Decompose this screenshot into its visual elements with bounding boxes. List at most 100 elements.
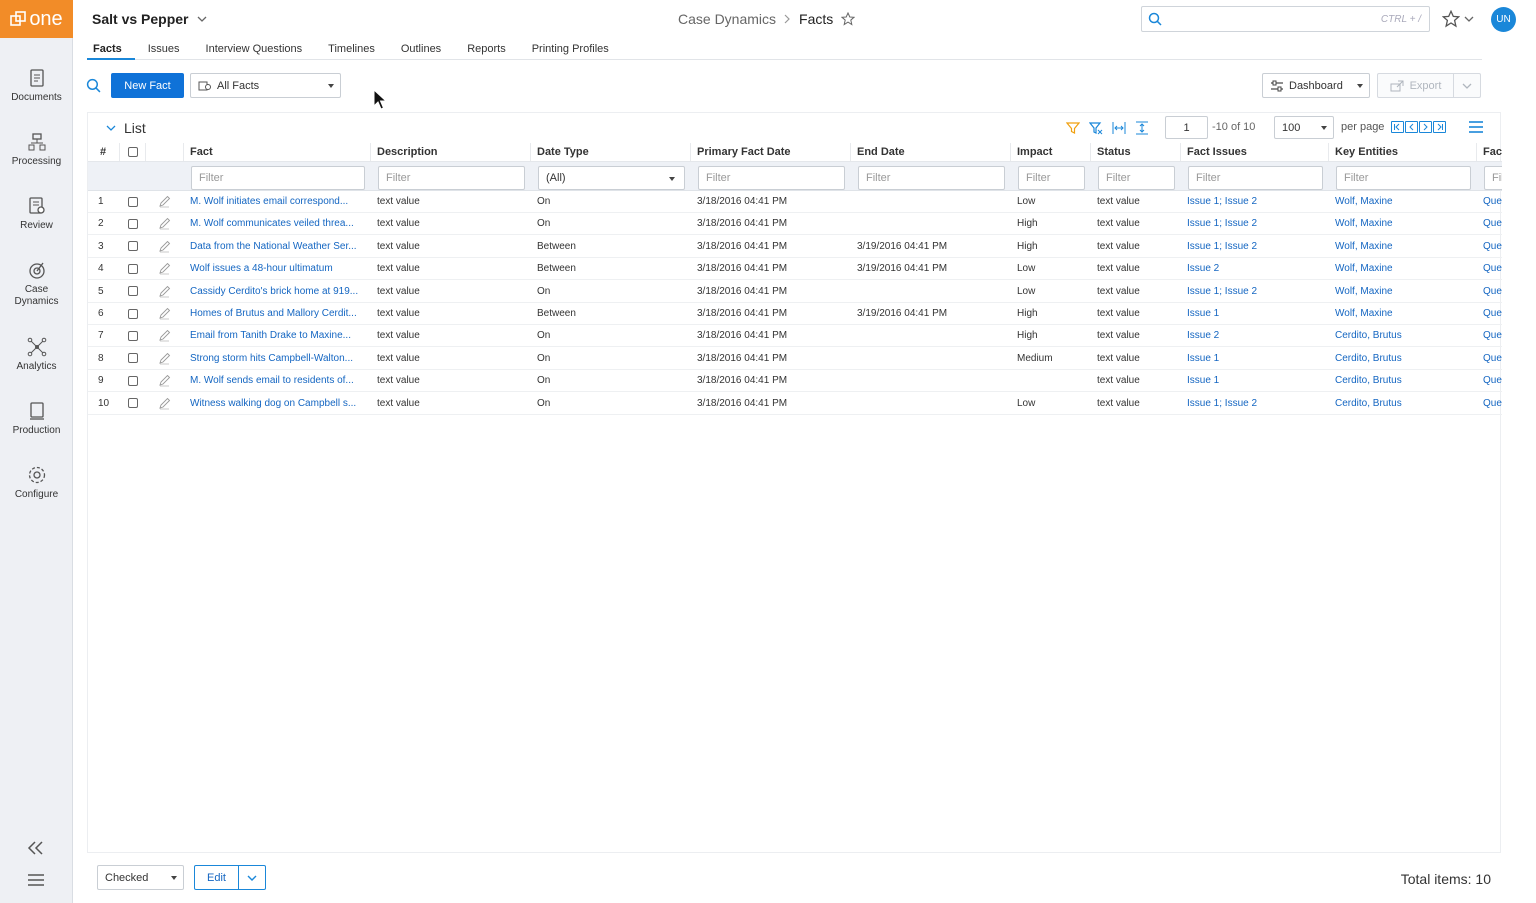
row-checkbox[interactable] (128, 263, 138, 274)
tab-facts[interactable]: Facts (87, 40, 135, 60)
fact-link[interactable]: Homes of Brutus and Mallory Cerdit... (184, 303, 364, 324)
user-avatar[interactable]: UN (1491, 7, 1516, 32)
truncated-column-link[interactable]: Que (1477, 348, 1502, 369)
fact-link[interactable]: Strong storm hits Campbell-Walton... (184, 348, 364, 369)
fact-filter-input[interactable]: Filter (191, 166, 365, 190)
truncated-column-link[interactable]: Que (1477, 370, 1502, 391)
page-number-input[interactable]: 1 (1165, 116, 1208, 139)
column-header-impact[interactable]: Impact (1011, 143, 1091, 161)
pencil-icon[interactable] (158, 374, 171, 387)
bulk-edit-dropdown-button[interactable] (239, 865, 266, 890)
fact-issues-link[interactable]: Issue 2 (1181, 325, 1329, 346)
truncated-filter-input[interactable]: Filter (1484, 166, 1502, 190)
table-row[interactable]: 7 Email from Tanith Drake to Maxine... t… (88, 325, 1502, 348)
impact-filter-input[interactable]: Filter (1018, 166, 1085, 190)
status-filter-input[interactable]: Filter (1098, 166, 1175, 190)
pencil-icon[interactable] (158, 262, 171, 275)
key-entities-link[interactable]: Wolf, Maxine (1329, 303, 1477, 324)
fact-issues-link[interactable]: Issue 1; Issue 2 (1181, 281, 1329, 302)
table-row[interactable]: 1 M. Wolf initiates email correspond... … (88, 191, 1502, 213)
sidebar-item-production[interactable]: Production (0, 401, 73, 457)
column-header-end-date[interactable]: End Date (851, 143, 1011, 161)
tab-interview-questions[interactable]: Interview Questions (193, 40, 316, 60)
table-row[interactable]: 8 Strong storm hits Campbell-Walton... t… (88, 348, 1502, 370)
table-row[interactable]: 2 M. Wolf communicates veiled threa... t… (88, 213, 1502, 236)
toolbar-search-button[interactable] (86, 78, 101, 96)
key-entities-link[interactable]: Wolf, Maxine (1329, 213, 1477, 234)
tab-timelines[interactable]: Timelines (315, 40, 388, 60)
column-header-key-entities[interactable]: Key Entities (1329, 143, 1477, 161)
global-search-input[interactable]: CTRL + / (1141, 6, 1430, 32)
column-header-description[interactable]: Description (371, 143, 531, 161)
key-entities-link[interactable]: Cerdito, Brutus (1329, 348, 1477, 369)
description-filter-input[interactable]: Filter (378, 166, 525, 190)
pencil-icon[interactable] (158, 240, 171, 253)
column-header-truncated[interactable]: Fac (1477, 143, 1502, 161)
table-row[interactable]: 10 Witness walking dog on Campbell s... … (88, 393, 1502, 415)
pencil-icon[interactable] (158, 195, 171, 208)
fact-issues-link[interactable]: Issue 1 (1181, 303, 1329, 324)
key-entities-link[interactable]: Wolf, Maxine (1329, 281, 1477, 302)
per-page-select[interactable]: 100 (1274, 116, 1334, 139)
pencil-icon[interactable] (158, 307, 171, 320)
sidebar-item-case-dynamics[interactable]: Case Dynamics (0, 260, 73, 316)
sidebar-item-analytics[interactable]: Analytics (0, 337, 73, 393)
truncated-column-link[interactable]: Que (1477, 258, 1502, 279)
pencil-icon[interactable] (158, 352, 171, 365)
sidebar-item-processing[interactable]: Processing (0, 132, 73, 188)
first-page-button[interactable] (1391, 121, 1404, 133)
bulk-edit-button[interactable]: Edit (194, 865, 239, 890)
app-logo[interactable]: one (0, 0, 73, 38)
truncated-column-link[interactable]: Que (1477, 325, 1502, 346)
dashboard-button[interactable]: Dashboard (1262, 73, 1370, 98)
new-fact-button[interactable]: New Fact (111, 73, 184, 98)
case-selector[interactable]: Salt vs Pepper (92, 11, 207, 27)
truncated-column-link[interactable]: Que (1477, 236, 1502, 257)
favorite-star-icon[interactable] (841, 12, 856, 26)
fact-issues-link[interactable]: Issue 1 (1181, 370, 1329, 391)
pencil-icon[interactable] (158, 329, 171, 342)
row-checkbox[interactable] (128, 308, 138, 319)
sidebar-item-documents[interactable]: Documents (0, 68, 73, 124)
table-row[interactable]: 9 M. Wolf sends email to residents of...… (88, 370, 1502, 393)
main-menu-button[interactable] (26, 870, 46, 890)
collapse-sidebar-button[interactable] (26, 838, 46, 858)
view-selector[interactable]: All Facts (190, 73, 341, 98)
pencil-icon[interactable] (158, 217, 171, 230)
column-header-status[interactable]: Status (1091, 143, 1181, 161)
fact-link[interactable]: Email from Tanith Drake to Maxine... (184, 325, 364, 346)
column-header-fact-issues[interactable]: Fact Issues (1181, 143, 1329, 161)
row-checkbox[interactable] (128, 330, 138, 341)
prev-page-button[interactable] (1405, 121, 1418, 133)
table-row[interactable]: 4 Wolf issues a 48-hour ultimatum text v… (88, 258, 1502, 281)
fact-link[interactable]: M. Wolf sends email to residents of... (184, 370, 364, 391)
table-row[interactable]: 6 Homes of Brutus and Mallory Cerdit... … (88, 303, 1502, 325)
row-checkbox[interactable] (128, 286, 138, 297)
fact-issues-link[interactable]: Issue 1; Issue 2 (1181, 393, 1329, 414)
export-button[interactable]: Export (1377, 73, 1454, 98)
row-checkbox[interactable] (128, 375, 138, 386)
fact-link[interactable]: Data from the National Weather Ser... (184, 236, 364, 257)
tab-reports[interactable]: Reports (454, 40, 519, 60)
fact-issues-filter-input[interactable]: Filter (1188, 166, 1323, 190)
filter-toggle-button[interactable] (1064, 119, 1081, 136)
sidebar-item-review[interactable]: Review (0, 196, 73, 252)
clear-filters-button[interactable] (1087, 119, 1104, 136)
row-checkbox[interactable] (128, 218, 138, 229)
truncated-column-link[interactable]: Que (1477, 213, 1502, 234)
list-collapse-toggle[interactable]: List (106, 120, 146, 136)
fact-issues-link[interactable]: Issue 1; Issue 2 (1181, 236, 1329, 257)
favorites-menu-button[interactable] (1442, 10, 1474, 28)
fact-link[interactable]: Wolf issues a 48-hour ultimatum (184, 258, 364, 279)
fit-columns-button[interactable] (1110, 119, 1127, 136)
key-entities-link[interactable]: Cerdito, Brutus (1329, 325, 1477, 346)
key-entities-link[interactable]: Wolf, Maxine (1329, 258, 1477, 279)
column-header-date-type[interactable]: Date Type (531, 143, 691, 161)
fact-issues-link[interactable]: Issue 1; Issue 2 (1181, 213, 1329, 234)
row-height-button[interactable] (1133, 119, 1150, 136)
row-checkbox[interactable] (128, 398, 138, 409)
select-all-checkbox[interactable] (128, 147, 138, 157)
column-header-fact[interactable]: Fact (184, 143, 371, 161)
row-checkbox[interactable] (128, 353, 138, 364)
fact-link[interactable]: Witness walking dog on Campbell s... (184, 393, 364, 414)
